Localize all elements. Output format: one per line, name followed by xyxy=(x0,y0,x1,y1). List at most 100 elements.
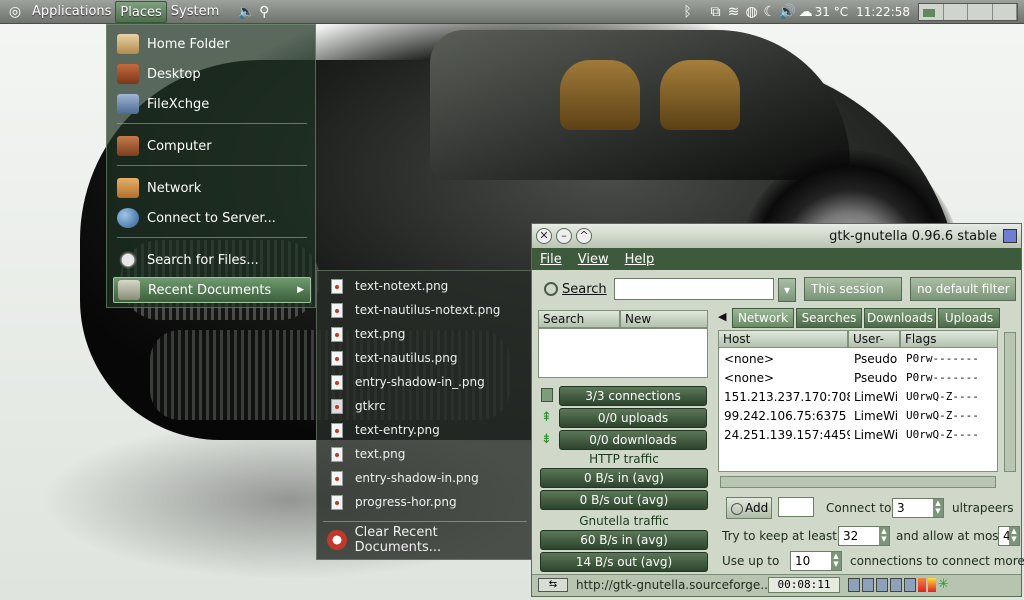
search-icon[interactable]: ⚲ xyxy=(255,3,273,21)
menu-item-search-for-files[interactable]: Search for Files... xyxy=(113,247,311,273)
window-titlebar[interactable]: ✕ – ^ gtk-gnutella 0.96.6 stable xyxy=(532,224,1021,248)
globe-icon[interactable]: ◍ xyxy=(743,3,761,21)
system-menu[interactable]: System xyxy=(167,1,223,23)
menu-item-label: Computer xyxy=(147,138,212,154)
status-icons: ✳ xyxy=(848,578,958,592)
status-url[interactable]: http://gtk-gnutella.sourceforge.... xyxy=(576,578,776,592)
menu-item-computer[interactable]: Computer xyxy=(113,133,311,159)
table-hscrollbar[interactable] xyxy=(720,476,996,488)
temperature: 31 °C xyxy=(814,4,849,19)
menu-item-network[interactable]: Network xyxy=(113,175,311,201)
search-list[interactable] xyxy=(538,328,708,378)
table-vscrollbar[interactable] xyxy=(1004,332,1016,472)
flags-column-header[interactable]: Flags xyxy=(900,330,998,348)
add-host-input[interactable] xyxy=(778,497,814,517)
keep-at-least-spinner[interactable]: 32 xyxy=(838,526,890,546)
connection-toggle-icon[interactable]: ⇆ xyxy=(538,578,568,592)
use-up-to-spinner[interactable]: 10 xyxy=(790,551,842,571)
menu-view[interactable]: View xyxy=(570,252,617,267)
bw-bar-icon xyxy=(918,578,926,592)
recent-file-item[interactable]: text.png xyxy=(325,443,525,465)
magnifier-icon xyxy=(117,250,139,270)
recent-documents-submenu: text-notext.png text-nautilus-notext.png… xyxy=(316,270,532,560)
workspace-4[interactable] xyxy=(993,3,1017,20)
table-row[interactable]: 24.251.139.157:44592 LimeWi U0rwQ-Z---- xyxy=(720,428,990,446)
clear-recent-documents[interactable]: Clear Recent Documents... xyxy=(325,525,525,555)
menu-item-desktop[interactable]: Desktop xyxy=(113,61,311,87)
useragent-column-header[interactable]: User-Ag xyxy=(848,330,900,348)
workspace-1[interactable] xyxy=(919,3,944,20)
workspace-switcher[interactable] xyxy=(918,2,1018,21)
tab-downloads[interactable]: Downloads xyxy=(864,308,936,328)
menu-item-home-folder[interactable]: Home Folder xyxy=(113,31,311,57)
minimize-icon[interactable]: – xyxy=(556,228,572,244)
menu-item-label: FileXchge xyxy=(147,96,210,112)
speaker-icon[interactable]: 🔊 xyxy=(779,3,797,21)
table-row[interactable]: 99.242.106.75:6375 LimeWi U0rwQ-Z---- xyxy=(720,409,990,427)
menu-file[interactable]: File xyxy=(532,252,570,267)
workspace-3[interactable] xyxy=(968,3,993,20)
online-status-icon[interactable]: ✳ xyxy=(938,578,952,592)
filter-combo[interactable]: no default filter xyxy=(910,277,1016,301)
table-row[interactable]: <none> Pseudo P0rw------- xyxy=(720,352,990,370)
clock[interactable]: 11:22:58 xyxy=(856,5,910,19)
recent-file-item[interactable]: progress-hor.png xyxy=(325,491,525,513)
moon-icon[interactable]: ☾ xyxy=(761,3,779,21)
recent-file-item[interactable]: text-nautilus-notext.png xyxy=(325,299,525,321)
maximize-icon[interactable]: ^ xyxy=(576,228,592,244)
ultrapeers-spinner[interactable]: 3 xyxy=(892,498,944,518)
tab-scroll-left-icon[interactable]: ◀ xyxy=(718,310,726,323)
host-cell: <none> xyxy=(724,352,775,366)
search-input[interactable] xyxy=(614,278,774,300)
add-host-button[interactable]: Add xyxy=(726,497,772,519)
workspace-2[interactable] xyxy=(944,3,968,20)
add-label: Add xyxy=(745,501,769,515)
image-file-icon xyxy=(331,278,343,294)
recent-file-item[interactable]: text-entry.png xyxy=(325,419,525,441)
tab-uploads[interactable]: Uploads xyxy=(938,308,1000,328)
session-combo[interactable]: This session xyxy=(804,277,902,301)
menu-item-label: Desktop xyxy=(147,66,201,82)
recent-file-item[interactable]: gtkrc xyxy=(325,395,525,417)
http-in-stat: 0 B/s in (avg) xyxy=(540,468,708,488)
allow-at-most-spinner[interactable]: 40 xyxy=(998,526,1020,546)
menu-item-label: Recent Documents xyxy=(148,282,272,298)
gnutella-traffic-label: Gnutella traffic xyxy=(579,514,669,528)
wifi-icon[interactable]: ≋ xyxy=(725,3,743,21)
bluetooth-icon[interactable]: ᛒ xyxy=(679,3,697,21)
clear-recent-label: Clear Recent Documents... xyxy=(354,525,442,555)
recent-file-item[interactable]: entry-shadow-in.png xyxy=(325,467,525,489)
menu-item-connect-to-server[interactable]: Connect to Server... xyxy=(113,205,311,231)
search-column-header[interactable]: Search xyxy=(538,310,620,328)
recent-file-item[interactable]: text-nautilus.png xyxy=(325,347,525,369)
menu-item-recent-documents[interactable]: Recent Documents ▶ xyxy=(113,277,311,303)
ubuntu-logo-icon[interactable]: ◎ xyxy=(6,3,24,21)
useragent-cell: Pseudo xyxy=(854,371,898,385)
recent-file-name: entry-shadow-in_.png xyxy=(355,375,485,389)
recent-file-item[interactable]: text.png xyxy=(325,323,525,345)
recent-file-name: text.png xyxy=(355,327,406,341)
places-menu[interactable]: Places xyxy=(115,0,167,23)
close-icon[interactable]: ✕ xyxy=(536,228,552,244)
recent-file-item[interactable]: entry-shadow-in_.png xyxy=(325,371,525,393)
recent-file-item[interactable]: text-notext.png xyxy=(325,275,525,297)
applications-menu[interactable]: Applications xyxy=(28,1,115,23)
tab-searches[interactable]: Searches xyxy=(796,308,862,328)
menu-help[interactable]: Help xyxy=(617,252,663,267)
host-cell: 24.251.139.157:44592 xyxy=(724,428,850,442)
volume-icon[interactable]: 🔈 xyxy=(237,3,255,21)
network-icon[interactable]: ⧉ xyxy=(707,3,725,21)
image-file-icon xyxy=(331,326,343,342)
new-column-header[interactable]: New xyxy=(620,310,708,328)
allow-at-most-label: and allow at most xyxy=(896,529,1004,543)
menu-item-label: Connect to Server... xyxy=(147,210,276,226)
host-cell: 151.213.237.170:7081 xyxy=(724,390,850,404)
search-label[interactable]: Search xyxy=(562,282,607,297)
table-row[interactable]: 151.213.237.170:7081 LimeWi U0rwQ-Z---- xyxy=(720,390,990,408)
search-dropdown-button[interactable]: ▾ xyxy=(778,278,796,302)
menu-item-filexchge[interactable]: FileXchge xyxy=(113,91,311,117)
tab-network[interactable]: Network xyxy=(732,308,794,328)
table-row[interactable]: <none> Pseudo P0rw------- xyxy=(720,371,990,389)
useragent-cell: Pseudo xyxy=(854,352,898,366)
host-column-header[interactable]: Host xyxy=(718,330,848,348)
